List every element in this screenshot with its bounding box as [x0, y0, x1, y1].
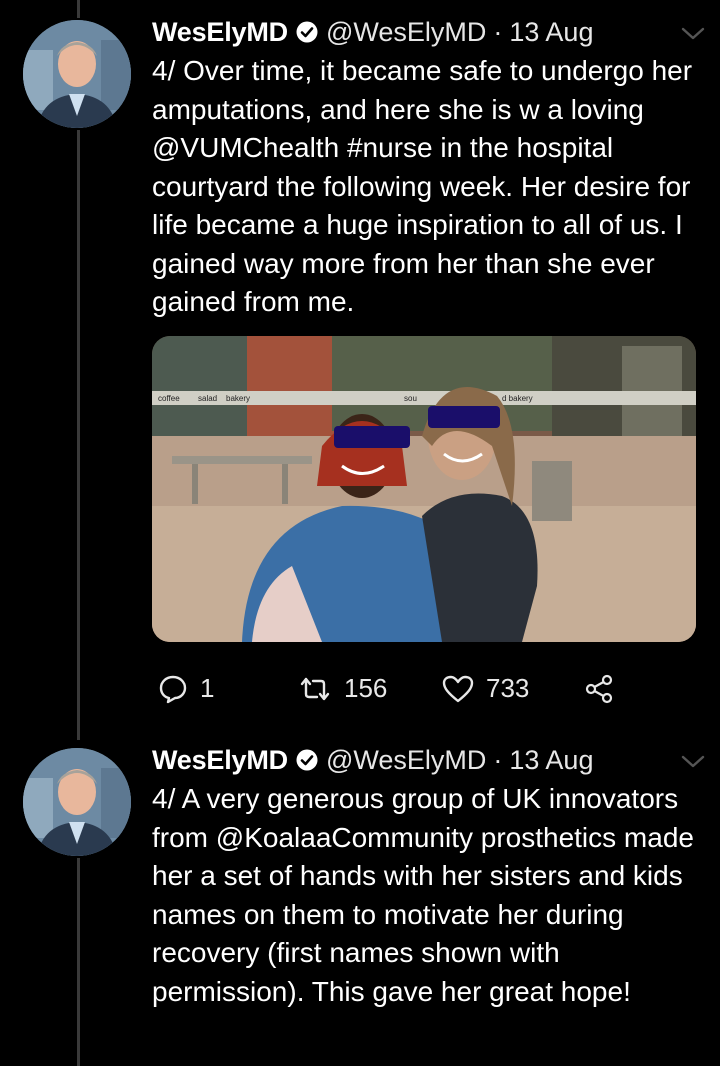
timestamp[interactable]: 13 Aug — [509, 17, 593, 48]
tweet-header: WesElyMD @WesElyMD · 13 Aug — [152, 14, 702, 50]
tweet[interactable]: WesElyMD @WesElyMD · 13 Aug 4/ Over time… — [0, 0, 720, 740]
tweet-text: 4/ Over time, it became safe to undergo … — [152, 52, 702, 322]
display-name[interactable]: WesElyMD — [152, 17, 288, 48]
heart-icon — [442, 675, 474, 702]
mention-link[interactable]: @VUMChealth — [152, 132, 339, 163]
share-button[interactable] — [584, 674, 614, 704]
retweet-button[interactable]: 156 — [298, 673, 442, 704]
photo-sign: salad — [198, 394, 217, 403]
action-bar: 1 156 733 — [152, 672, 702, 706]
photo-sign: sou — [404, 394, 417, 403]
display-name[interactable]: WesElyMD — [152, 745, 288, 776]
reply-icon — [159, 675, 187, 703]
retweet-icon — [300, 677, 330, 700]
chevron-down-icon[interactable] — [680, 752, 706, 770]
avatar[interactable] — [23, 748, 131, 856]
share-icon — [585, 674, 613, 703]
text-segment: 4/ Over time, it became safe to undergo … — [152, 55, 693, 125]
verified-badge-icon — [296, 749, 318, 771]
hashtag-link[interactable]: #nurse — [347, 132, 433, 163]
retweet-count: 156 — [344, 673, 388, 703]
tweet[interactable]: WesElyMD @WesElyMD · 13 Aug 4/ A very ge… — [0, 740, 720, 1066]
separator: · — [493, 744, 503, 775]
mention-link[interactable]: @KoalaaCommunity — [216, 822, 473, 853]
separator: · — [493, 16, 503, 47]
like-button[interactable]: 733 — [442, 673, 584, 704]
chevron-down-icon[interactable] — [680, 24, 706, 42]
tweet-text: 4/ A very generous group of UK innovator… — [152, 780, 702, 1011]
photo-sign: bakery — [226, 394, 250, 403]
verified-badge-icon — [296, 21, 318, 43]
handle[interactable]: @WesElyMD — [326, 17, 486, 48]
like-count: 733 — [486, 673, 530, 703]
avatar[interactable] — [23, 20, 131, 128]
reply-count: 1 — [200, 673, 215, 703]
text-segment — [339, 132, 347, 163]
tweet-photo[interactable]: coffee salad bakery sou d bakery — [152, 335, 696, 642]
photo-sign: coffee — [158, 394, 180, 403]
timestamp[interactable]: 13 Aug — [509, 745, 593, 776]
tweet-header: WesElyMD @WesElyMD · 13 Aug — [152, 742, 702, 778]
handle[interactable]: @WesElyMD — [326, 745, 486, 776]
reply-button[interactable]: 1 — [158, 673, 298, 704]
photo-sign: d bakery — [502, 394, 533, 403]
